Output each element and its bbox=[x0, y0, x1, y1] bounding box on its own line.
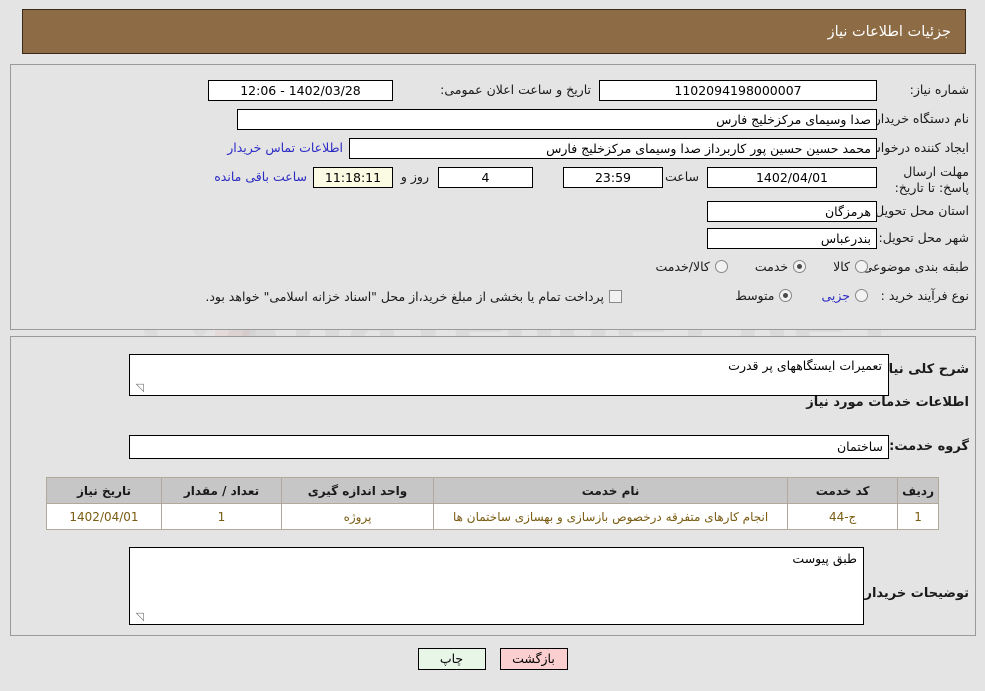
radio-category-kala-khedmat[interactable] bbox=[714, 260, 728, 273]
buyer-notes-label: توضیحات خریدار: bbox=[859, 586, 969, 601]
remaining-label-wrap: ساعت باقی مانده bbox=[214, 169, 307, 184]
cell-quantity: 1 bbox=[161, 503, 282, 530]
countdown-timer: 11:18:11 bbox=[313, 167, 393, 188]
public-announce-input[interactable]: 1402/03/28 - 12:06 bbox=[208, 80, 393, 101]
general-need-label-wrap: شرح کلی نیاز: bbox=[876, 362, 969, 377]
creator-field-wrap: محمد حسین حسین پور کاربرداز صدا وسیمای م… bbox=[349, 138, 877, 159]
table-header-name: نام خدمت bbox=[432, 477, 789, 504]
table-header-code: کد خدمت bbox=[787, 477, 899, 504]
province-input[interactable]: هرمزگان bbox=[707, 201, 877, 222]
page-title: جزئیات اطلاعات نیاز bbox=[827, 23, 951, 40]
table-row: 1 ج-44 انجام کارهای متفرقه درخصوص بازساز… bbox=[46, 503, 939, 530]
process-radio-group: جزیی متوسط bbox=[735, 288, 873, 303]
general-need-value: تعمیرات ایستگاههای پر قدرت bbox=[728, 358, 882, 373]
table-header-unit: واحد اندازه گیری bbox=[281, 477, 434, 504]
buyer-notes-value: طبق پیوست bbox=[792, 551, 857, 566]
radio-label-motavaset: متوسط bbox=[735, 288, 775, 303]
province-label-wrap: استان محل تحویل: bbox=[871, 203, 969, 218]
buyer-org-input[interactable]: صدا وسیمای مرکزخلیج فارس bbox=[237, 109, 877, 130]
buyer-org-label-wrap: نام دستگاه خریدار: bbox=[871, 111, 969, 126]
table-header-index: ردیف bbox=[897, 477, 939, 504]
cell-unit: پروژه bbox=[281, 503, 434, 530]
days-wrap: 4 bbox=[438, 167, 533, 188]
category-label-wrap: طبقه بندی موضوعی: bbox=[858, 259, 969, 274]
hours-remaining-label: ساعت باقی مانده bbox=[214, 169, 307, 184]
days-label: روز و bbox=[400, 169, 429, 184]
city-input[interactable]: بندرعباس bbox=[707, 228, 877, 249]
process-label-wrap: نوع فرآیند خرید : bbox=[881, 288, 969, 303]
general-need-textarea[interactable]: تعمیرات ایستگاههای پر قدرت ◹ bbox=[129, 354, 889, 396]
creator-input[interactable]: محمد حسین حسین پور کاربرداز صدا وسیمای م… bbox=[349, 138, 877, 159]
print-button[interactable]: چاپ bbox=[417, 648, 486, 670]
resize-grip-icon-2[interactable]: ◹ bbox=[132, 611, 144, 623]
city-label-wrap: شهر محل تحویل: bbox=[879, 230, 969, 245]
province-label: استان محل تحویل: bbox=[870, 203, 969, 218]
cell-code: ج-44 bbox=[787, 503, 899, 530]
deadline-time-wrap: 23:59 bbox=[563, 167, 663, 188]
back-button[interactable]: بازگشت bbox=[499, 648, 568, 670]
buyer-notes-textarea[interactable]: طبق پیوست ◹ bbox=[129, 547, 864, 625]
service-group-label-wrap: گروه خدمت: bbox=[889, 439, 969, 454]
radio-category-khedmat[interactable] bbox=[793, 260, 807, 273]
need-number-label: شماره نیاز: bbox=[909, 82, 969, 97]
need-number-field-wrap: 1102094198000007 bbox=[599, 80, 877, 101]
services-heading: اطلاعات خدمات مورد نیاز bbox=[806, 395, 969, 410]
table-header-quantity: تعداد / مقدار bbox=[161, 477, 282, 504]
province-field-wrap: هرمزگان bbox=[707, 201, 877, 222]
public-announce-field-wrap: 1402/03/28 - 12:06 bbox=[208, 80, 393, 101]
city-field-wrap: بندرعباس bbox=[707, 228, 877, 249]
need-number-row: شماره نیاز: bbox=[910, 82, 969, 97]
hour-label-wrap: ساعت bbox=[665, 169, 699, 184]
buyer-org-label: نام دستگاه خریدار: bbox=[870, 111, 969, 126]
category-label: طبقه بندی موضوعی: bbox=[858, 259, 969, 274]
service-group-label: گروه خدمت: bbox=[889, 439, 969, 454]
page-root: A n a T e n d e r . n e t جزئیات اطلاعات… bbox=[0, 0, 985, 691]
city-label: شهر محل تحویل: bbox=[878, 230, 969, 245]
deadline-hour-label: ساعت bbox=[664, 169, 699, 184]
action-buttons: بازگشت چاپ bbox=[0, 648, 985, 670]
treasury-note-wrap: پرداخت تمام یا بخشی از مبلغ خرید،از محل … bbox=[205, 289, 627, 304]
deadline-label: مهلت ارسال پاسخ: تا تاریخ: bbox=[894, 164, 969, 195]
deadline-label-wrap: مهلت ارسال پاسخ: تا تاریخ: bbox=[879, 164, 969, 196]
cell-index: 1 bbox=[897, 503, 939, 530]
buyer-contact-link[interactable]: اطلاعات تماس خریدار bbox=[227, 140, 343, 155]
cell-name: انجام کارهای متفرقه درخصوص بازسازی و بهس… bbox=[432, 503, 789, 530]
resize-grip-icon[interactable]: ◹ bbox=[132, 382, 144, 394]
page-header: جزئیات اطلاعات نیاز bbox=[22, 9, 966, 54]
treasury-checkbox[interactable] bbox=[609, 290, 622, 303]
contact-link-wrap: اطلاعات تماس خریدار bbox=[227, 140, 343, 155]
radio-process-jozii[interactable] bbox=[855, 289, 868, 302]
deadline-date-wrap: 1402/04/01 bbox=[707, 167, 877, 188]
need-number-input[interactable]: 1102094198000007 bbox=[599, 80, 877, 101]
deadline-date-input[interactable]: 1402/04/01 bbox=[707, 167, 877, 188]
treasury-note-label: پرداخت تمام یا بخشی از مبلغ خرید،از محل … bbox=[205, 289, 604, 304]
radio-label-kala: کالا bbox=[833, 259, 850, 274]
buyer-org-field-wrap: صدا وسیمای مرکزخلیج فارس bbox=[237, 109, 877, 130]
category-radio-group: کالا خدمت کالا/خدمت bbox=[655, 259, 873, 274]
process-type-label: نوع فرآیند خرید : bbox=[880, 288, 969, 303]
radio-process-motavaset[interactable] bbox=[779, 289, 793, 302]
radio-category-kala[interactable] bbox=[855, 260, 868, 273]
countdown-wrap: 11:18:11 bbox=[313, 167, 393, 188]
radio-label-jozii: جزیی bbox=[821, 288, 850, 303]
days-label-wrap: روز و bbox=[401, 169, 429, 184]
services-table: ردیف کد خدمت نام خدمت واحد اندازه گیری ت… bbox=[46, 477, 939, 530]
deadline-time-input[interactable]: 23:59 bbox=[563, 167, 663, 188]
buyer-notes-label-wrap: توضیحات خریدار: bbox=[859, 586, 969, 601]
services-heading-wrap: اطلاعات خدمات مورد نیاز bbox=[806, 395, 969, 410]
cell-date: 1402/04/01 bbox=[46, 503, 162, 530]
radio-label-khedmat: خدمت bbox=[754, 259, 789, 274]
service-group-input[interactable]: ساختمان bbox=[129, 435, 889, 459]
days-remaining-input[interactable]: 4 bbox=[438, 167, 533, 188]
service-group-field-wrap: ساختمان bbox=[129, 435, 889, 459]
general-need-label: شرح کلی نیاز: bbox=[875, 362, 969, 377]
table-header-date: تاریخ نیاز bbox=[46, 477, 162, 504]
table-header-row: ردیف کد خدمت نام خدمت واحد اندازه گیری ت… bbox=[46, 477, 939, 504]
public-announce-label: تاریخ و ساعت اعلان عمومی: bbox=[440, 82, 591, 97]
public-announce-label-wrap: تاریخ و ساعت اعلان عمومی: bbox=[440, 82, 591, 97]
radio-label-kala-khedmat: کالا/خدمت bbox=[655, 259, 710, 274]
